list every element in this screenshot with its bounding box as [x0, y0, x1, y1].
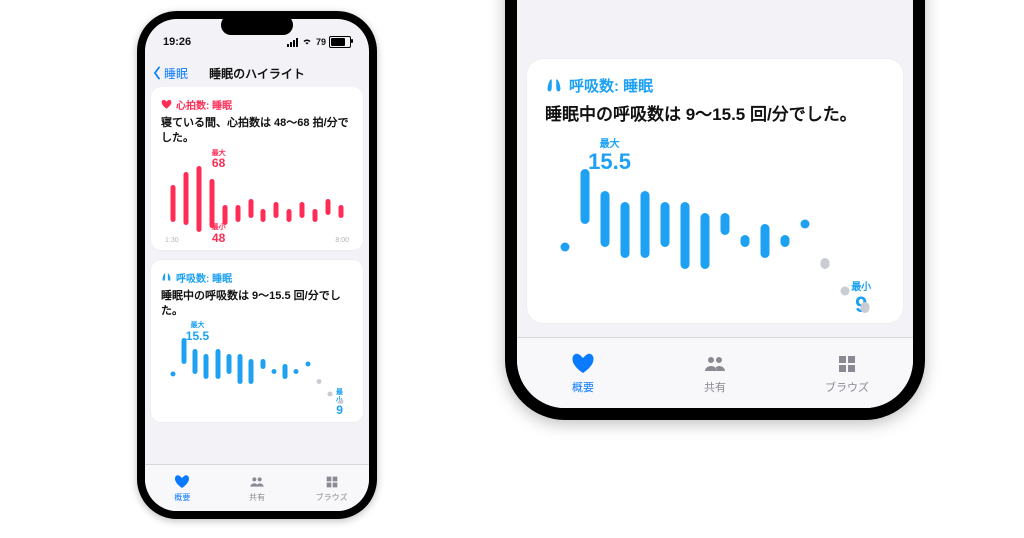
battery-icon — [329, 36, 351, 48]
back-button[interactable]: 睡眠 — [151, 65, 188, 82]
grid-icon — [834, 352, 860, 376]
card-description: 睡眠中の呼吸数は 9〜15.5 回/分でした。 — [161, 289, 353, 319]
grid-icon — [324, 474, 340, 490]
chevron-left-icon — [151, 66, 163, 80]
phone-frame-small: 19:26 79 睡眠 睡眠のハイライト 心拍数: 睡眠 — [137, 11, 377, 519]
tab-bar: 概要 共有 ブラウズ — [145, 464, 369, 511]
card-heart-rate[interactable]: 心拍数: 睡眠 寝ている間、心拍数は 48〜68 拍/分でした。 最大 68 最… — [151, 87, 363, 250]
back-label: 睡眠 — [164, 65, 188, 82]
card-respiratory[interactable]: 呼吸数: 睡眠 睡眠中の呼吸数は 9〜15.5 回/分でした。 最大 15.5 … — [151, 260, 363, 423]
tab-share[interactable]: 共有 — [220, 465, 295, 511]
tab-browse[interactable]: ブラウズ — [781, 338, 913, 408]
chart-respiratory: 最大 15.5 最小 9 — [161, 324, 353, 416]
people-icon — [249, 474, 265, 490]
cell-signal-icon — [287, 38, 298, 47]
heart-icon — [174, 474, 190, 490]
status-time: 19:26 — [163, 36, 191, 48]
card-caption: 呼吸数: 睡眠 — [161, 270, 353, 285]
chart-bars — [545, 169, 885, 313]
card-description: 寝ている間、心拍数は 48〜68 拍/分でした。 — [161, 116, 353, 146]
lungs-icon — [161, 272, 172, 283]
chart-respiratory: 最大 15.5 最小 9 — [545, 143, 885, 313]
x-start: 1:30 — [165, 237, 179, 244]
people-icon — [702, 352, 728, 376]
tab-summary[interactable]: 概要 — [145, 465, 220, 511]
card-description: 睡眠中の呼吸数は 9〜15.5 回/分でした。 — [545, 104, 885, 127]
card-caption: 呼吸数: 睡眠 — [545, 75, 885, 96]
lungs-icon — [545, 77, 563, 95]
chart-bars — [161, 338, 353, 404]
phone-frame-large: 呼吸数: 睡眠 睡眠中の呼吸数は 9〜15.5 回/分でした。 最大 15.5 … — [505, 0, 925, 420]
tab-browse[interactable]: ブラウズ — [294, 465, 369, 511]
chart-heart-rate: 最大 68 最小 48 1:30 8:00 — [161, 152, 353, 244]
tab-share[interactable]: 共有 — [649, 338, 781, 408]
tab-bar: 概要 共有 ブラウズ — [517, 337, 913, 408]
heart-icon — [570, 352, 596, 376]
card-respiratory[interactable]: 呼吸数: 睡眠 睡眠中の呼吸数は 9〜15.5 回/分でした。 最大 15.5 … — [527, 59, 903, 323]
battery-percent: 79 — [316, 37, 326, 47]
x-end: 8:00 — [335, 237, 349, 244]
tab-summary[interactable]: 概要 — [517, 338, 649, 408]
scroll-content[interactable]: 心拍数: 睡眠 寝ている間、心拍数は 48〜68 拍/分でした。 最大 68 最… — [145, 87, 369, 464]
wifi-icon — [301, 36, 313, 49]
dynamic-island — [221, 15, 293, 35]
chart-bars — [161, 166, 353, 232]
page-title: 睡眠のハイライト — [209, 65, 305, 82]
card-caption: 心拍数: 睡眠 — [161, 97, 353, 112]
heart-icon — [161, 99, 172, 110]
nav-bar: 睡眠 睡眠のハイライト — [145, 59, 369, 87]
